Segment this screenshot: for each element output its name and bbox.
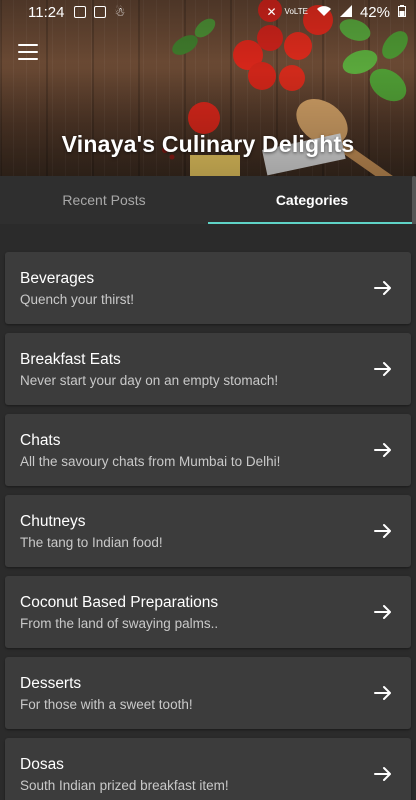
arrow-right-icon (374, 605, 391, 619)
mute-icon: ✕ (266, 5, 277, 19)
category-subtitle: From the land of swaying palms.. (20, 616, 219, 631)
arrow-right-icon (374, 686, 391, 700)
category-card-chats[interactable]: Chats All the savoury chats from Mumbai … (5, 414, 411, 486)
category-subtitle: The tang to Indian food! (20, 535, 163, 550)
category-title: Beverages (20, 270, 95, 287)
category-card-coconut-based-preparations[interactable]: Coconut Based Preparations From the land… (5, 576, 411, 648)
category-title: Chutneys (20, 513, 86, 530)
category-card-beverages[interactable]: Beverages Quench your thirst! (5, 252, 411, 324)
arrow-right-icon (374, 362, 391, 376)
arrow-right-icon (374, 767, 391, 781)
category-subtitle: All the savoury chats from Mumbai to Del… (20, 454, 281, 469)
status-time: 11:24 (28, 3, 65, 21)
tab-categories[interactable]: Categories (208, 176, 416, 224)
gallery-notification-icon (74, 6, 87, 18)
category-card-breakfast-eats[interactable]: Breakfast Eats Never start your day on a… (5, 333, 411, 405)
arrow-right-icon (374, 281, 391, 295)
arrow-right-icon (374, 443, 391, 457)
category-subtitle: Quench your thirst! (20, 292, 135, 307)
header-banner: 11:24 ☃ ✕ VoLTE 42% Vinaya's Culinary De… (0, 0, 416, 176)
category-title: Breakfast Eats (20, 351, 121, 368)
tab-bar: Recent Posts Categories (0, 176, 416, 224)
category-card-dosas[interactable]: Dosas South Indian prized breakfast item… (5, 738, 411, 800)
category-card-desserts[interactable]: Desserts For those with a sweet tooth! (5, 657, 411, 729)
network-label: VoLTE (284, 7, 308, 16)
app-title: Vinaya's Culinary Delights (61, 131, 355, 157)
category-card-chutneys[interactable]: Chutneys The tang to Indian food! (5, 495, 411, 567)
status-bar: 11:24 ☃ ✕ VoLTE 42% (0, 0, 416, 24)
category-title: Coconut Based Preparations (20, 594, 219, 611)
category-title: Chats (20, 432, 61, 449)
wifi-icon (316, 4, 332, 20)
category-title: Dosas (20, 756, 64, 773)
hamburger-menu-icon[interactable] (18, 44, 38, 60)
category-title: Desserts (20, 675, 82, 692)
category-subtitle: Never start your day on an empty stomach… (20, 373, 279, 388)
signal-icon (339, 4, 352, 20)
battery-level: 42% (359, 3, 390, 21)
app-notification-icon: ☃ (114, 5, 126, 19)
arrow-right-icon (374, 524, 391, 538)
category-list: Beverages Quench your thirst! Breakfast … (0, 224, 416, 800)
category-subtitle: South Indian prized breakfast item! (20, 778, 229, 793)
tab-recent-posts[interactable]: Recent Posts (0, 176, 208, 224)
category-subtitle: For those with a sweet tooth! (20, 697, 193, 712)
battery-icon (398, 4, 406, 20)
calendar-notification-icon (94, 6, 107, 18)
